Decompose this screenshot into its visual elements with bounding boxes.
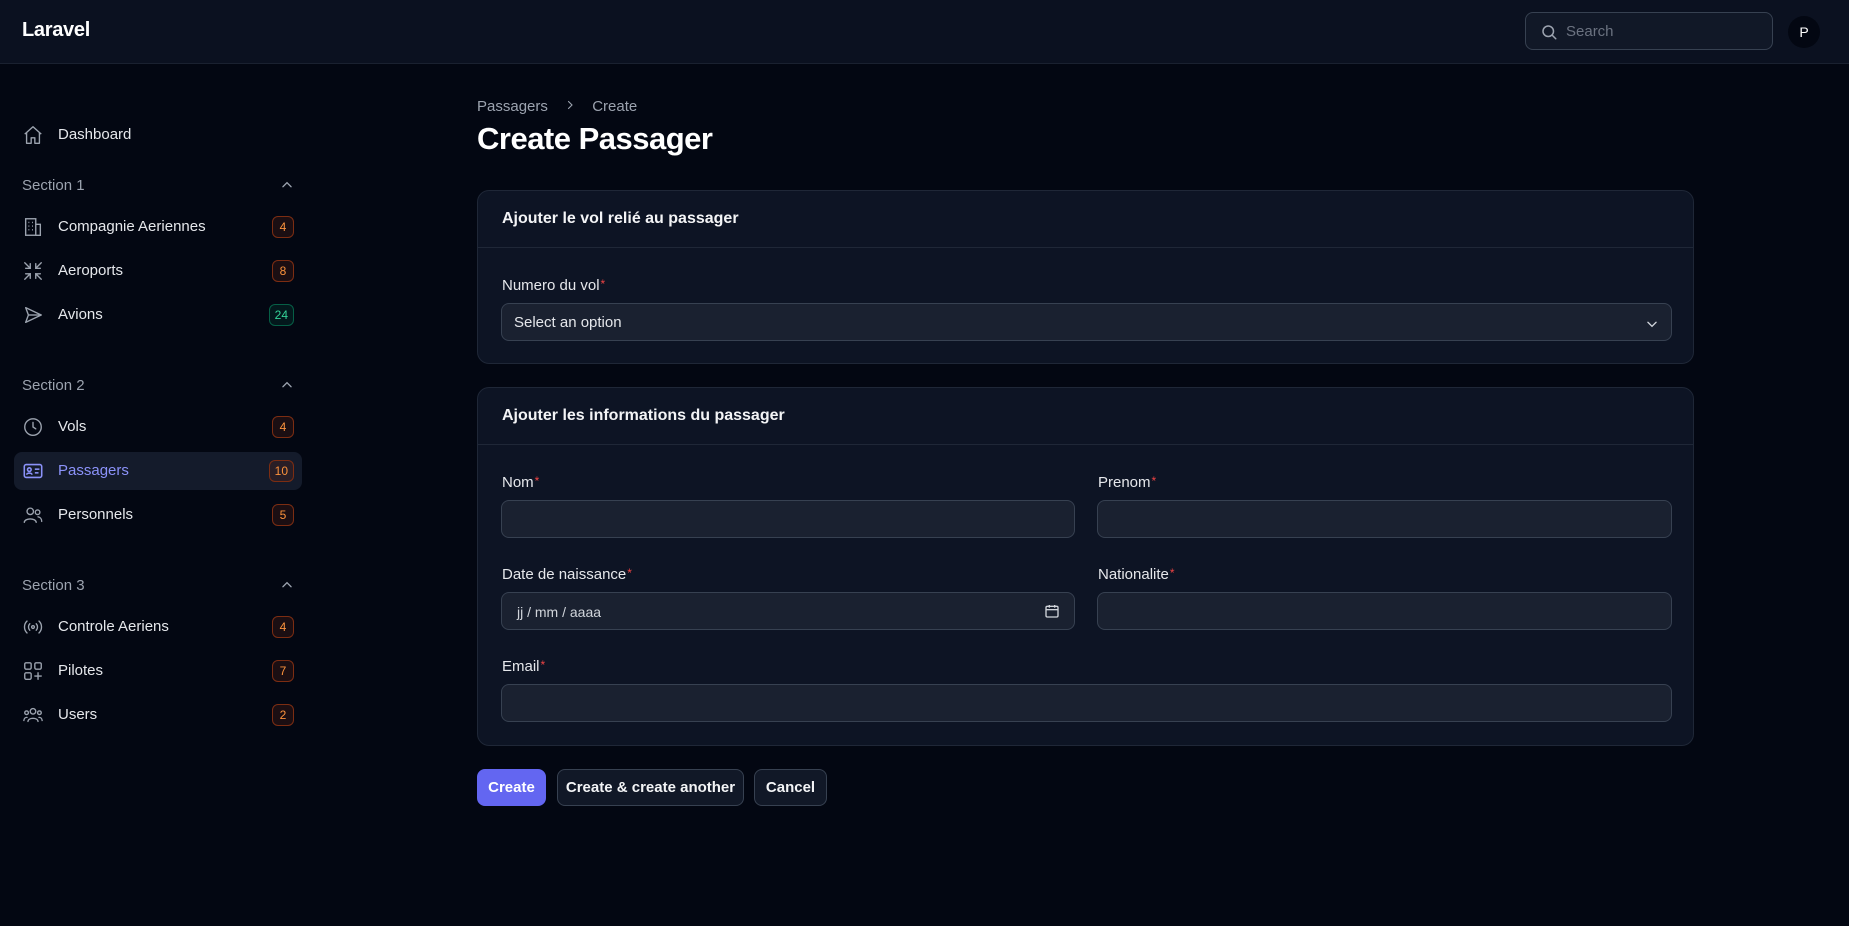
required-mark: * (540, 658, 546, 672)
sidebar-item-users[interactable]: Users 2 (14, 696, 302, 734)
search-box[interactable] (1525, 12, 1773, 50)
sidebar-item-label: Users (58, 706, 98, 723)
count-badge: 4 (272, 416, 294, 438)
nationalite-field[interactable] (1097, 592, 1672, 630)
sidebar-item-passagers[interactable]: Passagers 10 (14, 452, 302, 490)
nationalite-input[interactable] (1098, 593, 1671, 629)
sidebar-item-compagnie-aeriennes[interactable]: Compagnie Aeriennes 4 (14, 208, 302, 246)
breadcrumb-current: Create (592, 97, 638, 115)
create-another-button[interactable]: Create & create another (557, 769, 744, 806)
chevron-right-icon (564, 98, 576, 115)
sidebar-item-avions[interactable]: Avions 24 (14, 296, 302, 334)
card-header: Ajouter le vol relié au passager (478, 191, 1693, 248)
count-badge: 7 (272, 660, 294, 682)
nationalite-label: Nationalite* (1098, 566, 1175, 583)
breadcrumb: Passagers Create (477, 97, 637, 115)
date-naissance-field[interactable]: jj / mm / aaaa (501, 592, 1075, 630)
sidebar-item-label: Dashboard (58, 126, 132, 143)
sidebar-item-label: Avions (58, 306, 103, 323)
clock-icon (24, 418, 42, 436)
email-input[interactable] (502, 685, 1671, 721)
chevron-down-icon (1647, 321, 1657, 328)
select-value: Select an option (514, 314, 622, 331)
count-badge: 2 (272, 704, 294, 726)
sidebar-item-dashboard[interactable]: Dashboard (14, 116, 302, 154)
sidebar-item-personnels[interactable]: Personnels 5 (14, 496, 302, 534)
top-bar: Laravel P (0, 0, 1849, 64)
section-1-header[interactable]: Section 1 (22, 175, 294, 197)
card-title: Ajouter le vol relié au passager (502, 210, 739, 227)
brand-logo[interactable]: Laravel (22, 19, 90, 42)
home-icon (24, 126, 42, 144)
prenom-label: Prenom* (1098, 474, 1157, 491)
card-header: Ajouter les informations du passager (478, 388, 1693, 445)
prenom-input[interactable] (1098, 501, 1671, 537)
id-card-icon (23, 463, 43, 479)
sidebar-item-label: Pilotes (58, 662, 104, 679)
paper-airplane-icon (24, 306, 42, 324)
sidebar-item-label: Controle Aeriens (58, 618, 169, 635)
chevron-up-icon (282, 181, 292, 188)
card-title: Ajouter les informations du passager (502, 407, 785, 424)
sidebar-item-label: Compagnie Aeriennes (58, 218, 206, 235)
required-mark: * (627, 566, 632, 580)
passenger-info-card: Ajouter les informations du passager Nom… (477, 387, 1694, 746)
section-2-header[interactable]: Section 2 (22, 375, 294, 397)
breadcrumb-passagers-link[interactable]: Passagers (477, 98, 548, 115)
user-group-icon (23, 707, 43, 723)
date-placeholder: jj / mm / aaaa (517, 604, 602, 620)
squares-plus-icon (24, 662, 42, 680)
chevron-up-icon (282, 381, 292, 388)
sidebar-item-label: Passagers (58, 462, 129, 479)
section-3-header[interactable]: Section 3 (22, 575, 294, 597)
count-badge: 24 (268, 304, 294, 326)
search-input[interactable] (1566, 13, 1766, 49)
flight-number-select[interactable]: Select an option (501, 303, 1672, 341)
prenom-field[interactable] (1097, 500, 1672, 538)
count-badge: 10 (268, 460, 294, 482)
arrows-pointing-in-icon (24, 262, 42, 280)
calendar-icon[interactable] (1044, 603, 1060, 619)
flight-number-label: Numero du vol* (502, 277, 606, 294)
chevron-up-icon (282, 581, 292, 588)
sidebar-item-label: Vols (58, 418, 87, 435)
create-button[interactable]: Create (477, 769, 546, 806)
signal-icon (23, 620, 43, 634)
sidebar-item-label: Personnels (58, 506, 134, 523)
count-badge: 8 (272, 260, 294, 282)
building-icon (24, 218, 42, 236)
required-mark: * (534, 474, 540, 488)
count-badge: 5 (272, 504, 294, 526)
email-label: Email* (502, 658, 546, 675)
sidebar-item-aeroports[interactable]: Aeroports 8 (14, 252, 302, 290)
page-title: Create Passager (477, 121, 713, 156)
sidebar-item-label: Aeroports (58, 262, 124, 279)
users-icon (23, 507, 43, 524)
search-icon (1542, 25, 1557, 40)
email-field[interactable] (501, 684, 1672, 722)
required-mark: * (1151, 474, 1157, 488)
nom-label: Nom* (502, 474, 540, 491)
required-mark: * (600, 277, 606, 291)
user-avatar[interactable]: P (1788, 16, 1820, 48)
nom-field[interactable] (501, 500, 1075, 538)
date-naissance-label: Date de naissance* (502, 566, 632, 583)
required-mark: * (1169, 566, 1175, 580)
sidebar-item-pilotes[interactable]: Pilotes 7 (14, 652, 302, 690)
count-badge: 4 (272, 616, 294, 638)
cancel-button[interactable]: Cancel (754, 769, 827, 806)
nom-input[interactable] (502, 501, 1074, 537)
flight-section-card: Ajouter le vol relié au passager Numero … (477, 190, 1694, 364)
sidebar-item-vols[interactable]: Vols 4 (14, 408, 302, 446)
count-badge: 4 (272, 216, 294, 238)
sidebar-item-controle-aeriens[interactable]: Controle Aeriens 4 (14, 608, 302, 646)
